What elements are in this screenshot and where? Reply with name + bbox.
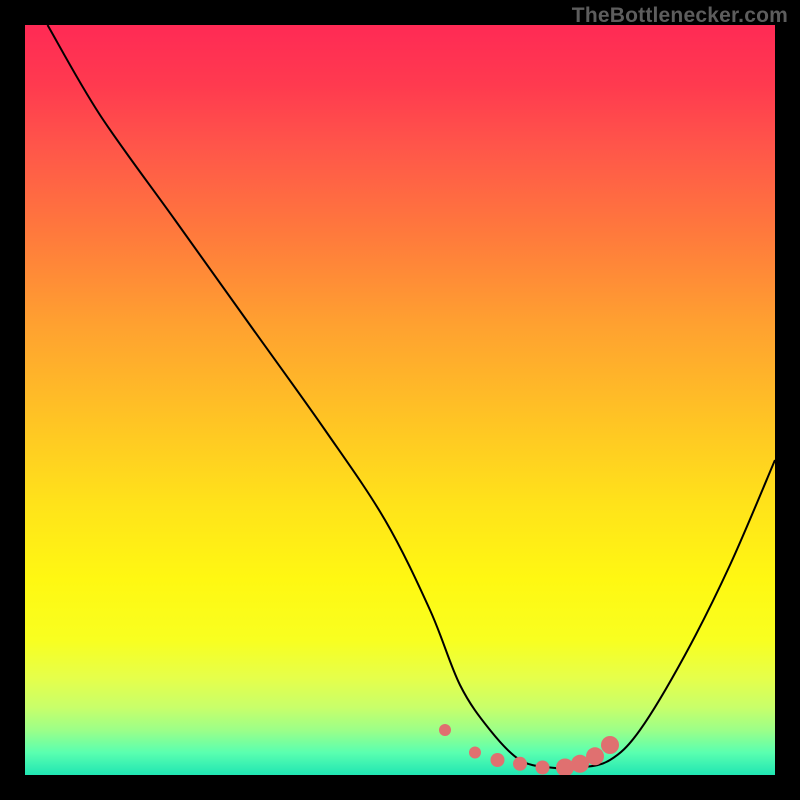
highlight-dot xyxy=(601,736,619,754)
highlight-dot xyxy=(469,747,481,759)
highlight-dot xyxy=(586,747,604,765)
bottleneck-curve xyxy=(48,25,776,768)
highlight-dots xyxy=(439,724,619,775)
highlight-dot xyxy=(513,757,527,771)
plot-area xyxy=(25,25,775,775)
highlight-dot xyxy=(491,753,505,767)
highlight-dot xyxy=(536,761,550,775)
chart-svg xyxy=(25,25,775,775)
chart-frame: TheBottlenecker.com xyxy=(0,0,800,800)
highlight-dot xyxy=(439,724,451,736)
highlight-dot xyxy=(556,759,574,776)
